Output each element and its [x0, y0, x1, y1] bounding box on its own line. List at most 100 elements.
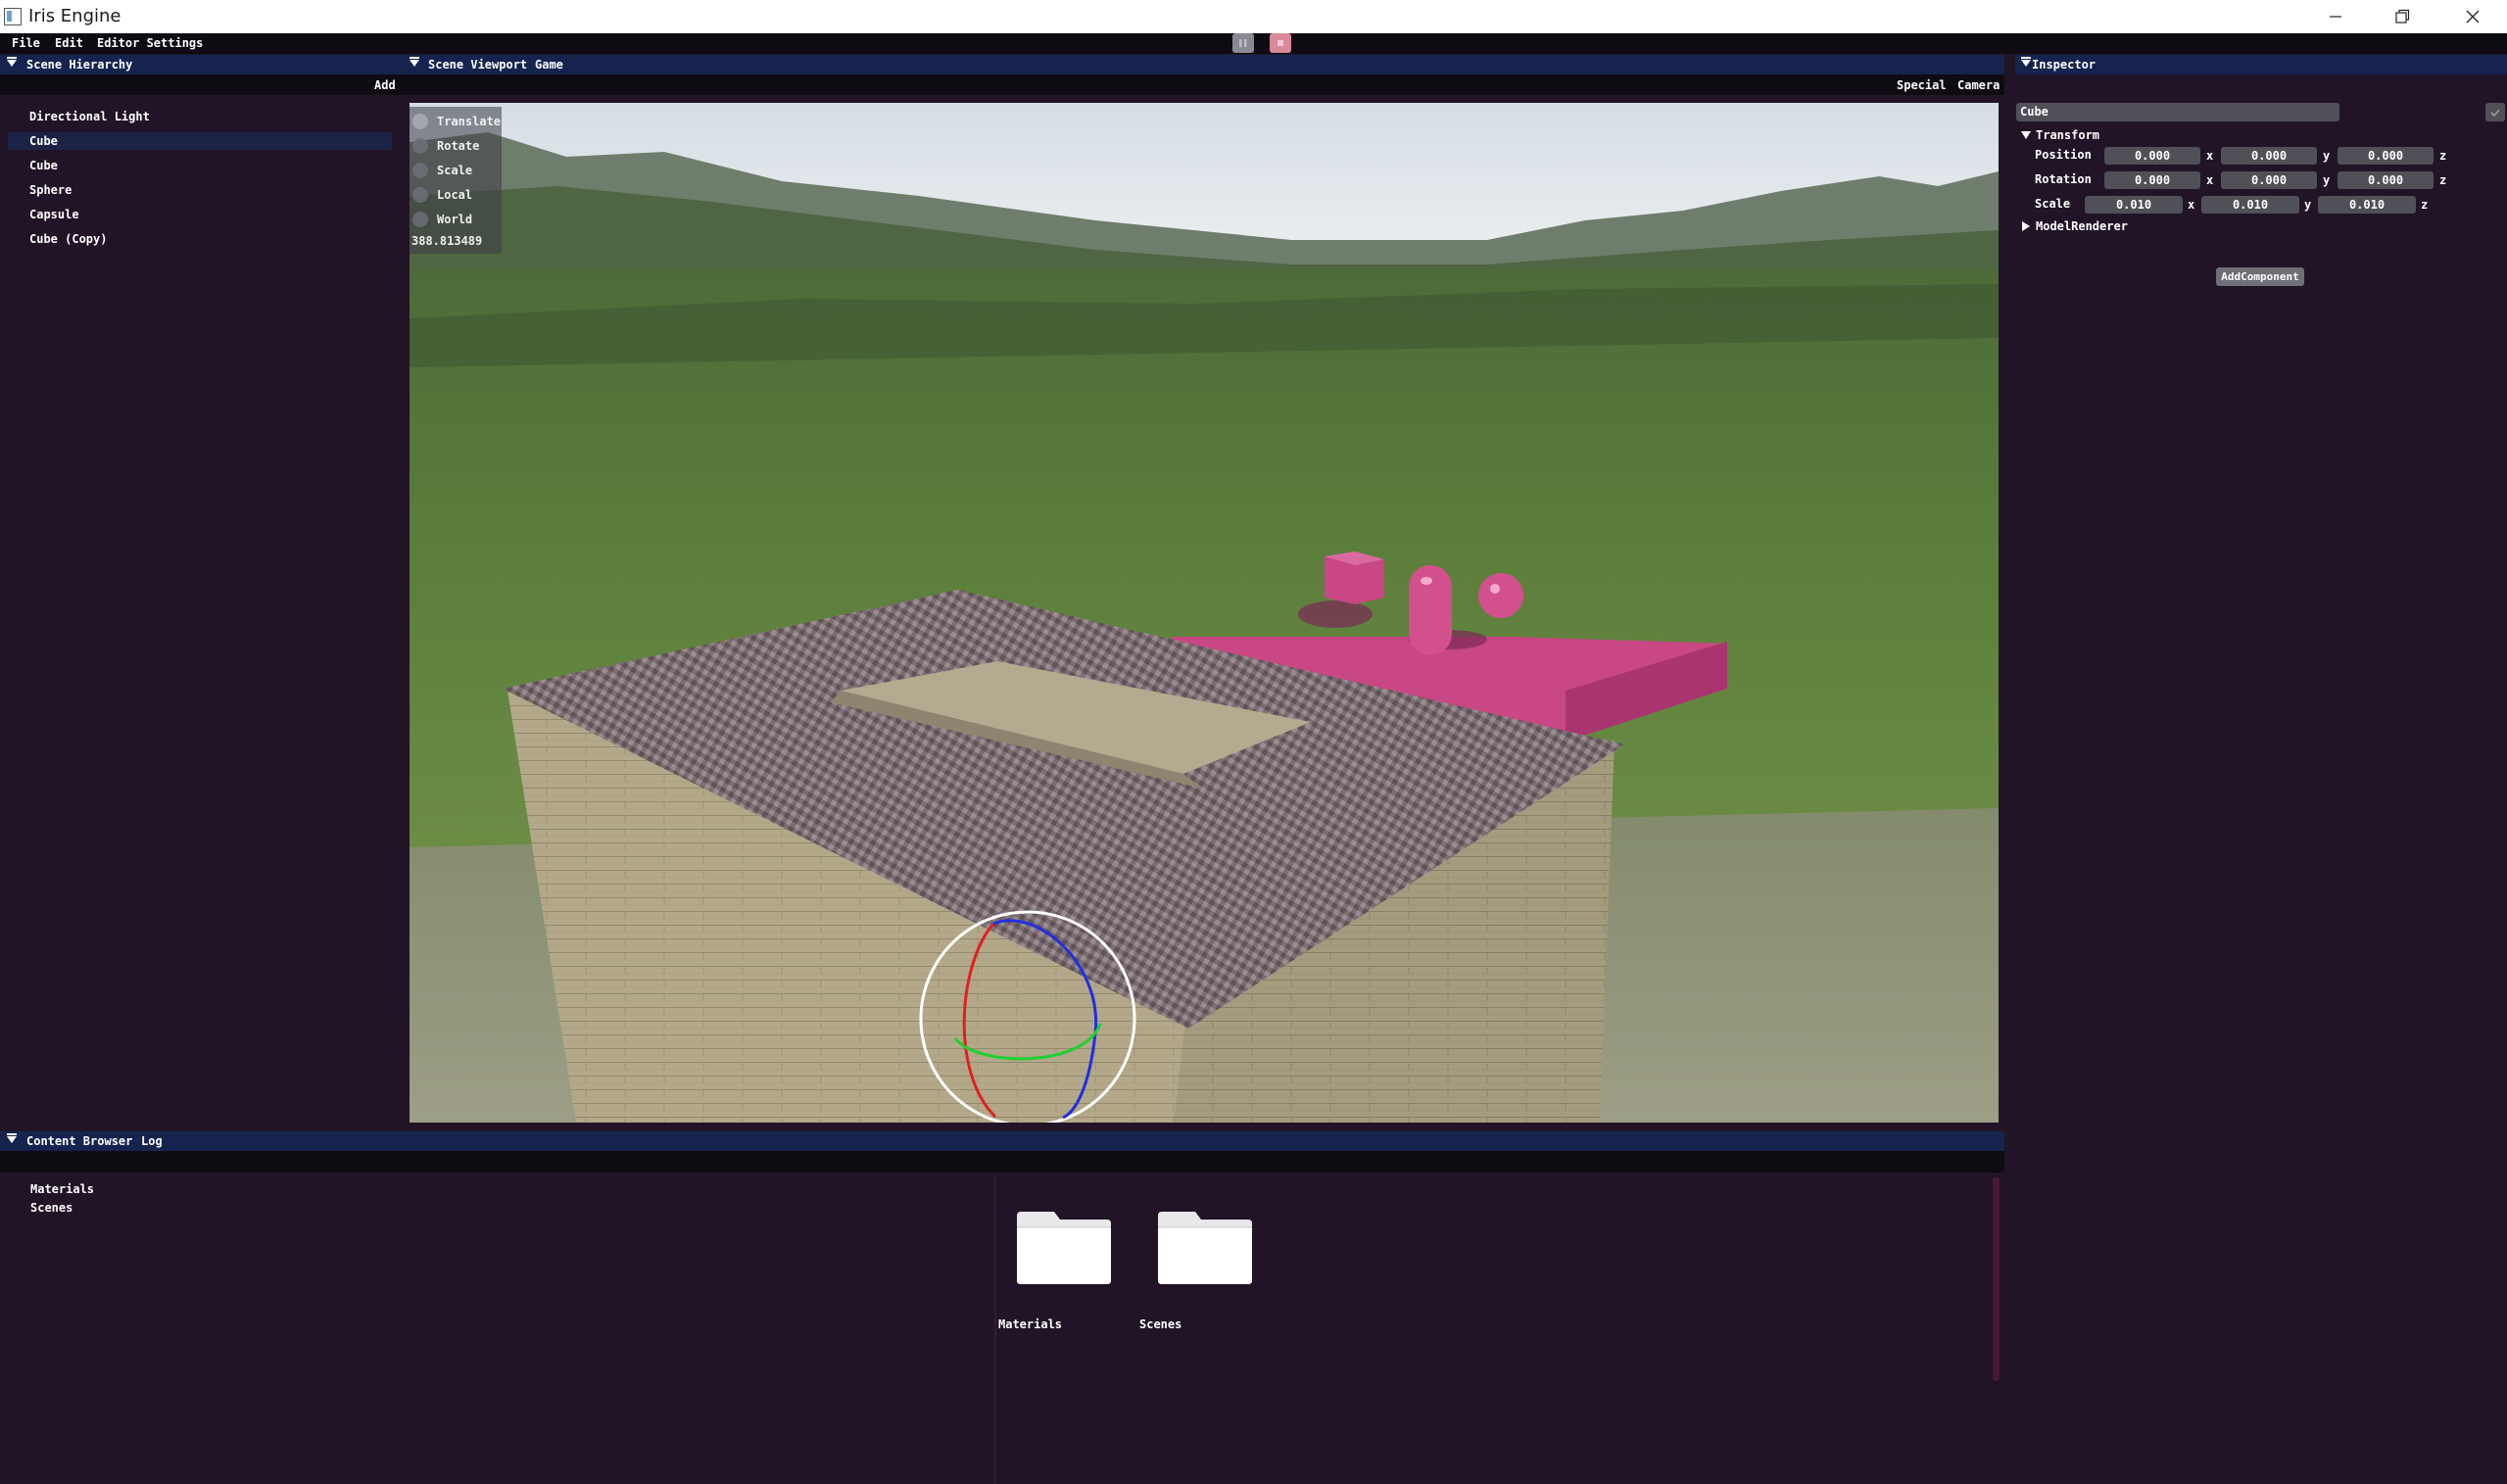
gizmo-option-rotate[interactable]: Rotate [412, 137, 479, 155]
radio-selected-icon [412, 114, 428, 129]
rotation-z-field[interactable]: 0.000 [2338, 171, 2434, 189]
collapse-arrow-icon[interactable] [7, 57, 17, 67]
folder-icon [1158, 1212, 1252, 1284]
gizmo-option-label: Scale [437, 164, 473, 177]
close-icon [2466, 10, 2480, 24]
scale-z-field[interactable]: 0.010 [2318, 196, 2416, 214]
restore-icon [2395, 9, 2410, 24]
content-browser-divider[interactable] [994, 1175, 996, 1484]
transform-expand-icon[interactable] [2021, 131, 2031, 139]
scene-render-graphic [410, 103, 1999, 1123]
position-y-field[interactable]: 0.000 [2221, 147, 2317, 165]
tree-item-scenes[interactable]: Scenes [30, 1201, 72, 1215]
collapse-arrow-icon[interactable] [410, 57, 419, 67]
transform-gizmo-panel: Translate Rotate Scale Local World [410, 107, 502, 254]
scene-render-view[interactable] [410, 103, 1999, 1123]
gizmo-option-label: Translate [437, 115, 502, 128]
stop-button[interactable] [1270, 33, 1291, 53]
folder-icon [1017, 1212, 1111, 1284]
position-z-field[interactable]: 0.000 [2338, 147, 2434, 165]
hierarchy-toolbar: Add [0, 74, 404, 95]
radio-icon [412, 212, 428, 227]
tab-scene-viewport[interactable]: Scene Viewport [428, 58, 527, 72]
scene-viewport-header: Scene Viewport Game [404, 55, 2004, 74]
transform-section-label[interactable]: Transform [2036, 128, 2099, 142]
model-renderer-section-label[interactable]: ModelRenderer [2036, 219, 2128, 233]
axis-y-label: y [2323, 173, 2331, 187]
tab-log[interactable]: Log [141, 1134, 163, 1148]
gizmo-option-scale[interactable]: Scale [412, 162, 472, 179]
radio-icon [412, 138, 428, 154]
scene-hierarchy-title: Scene Hierarchy [26, 58, 133, 72]
scale-y-field[interactable]: 0.010 [2201, 196, 2299, 214]
gizmo-option-label: Local [437, 188, 473, 202]
axis-x-label: x [2188, 198, 2195, 212]
play-icon [1239, 39, 1247, 47]
scene-hierarchy-header: Scene Hierarchy [0, 55, 404, 74]
hierarchy-item-directional-light[interactable]: Directional Light [8, 108, 392, 125]
tab-content-browser[interactable]: Content Browser [26, 1134, 132, 1148]
camera-menu-button[interactable]: Camera [1957, 78, 2000, 92]
window-titlebar: Iris Engine [0, 0, 2507, 33]
content-browser-header: Content Browser Log [0, 1131, 2004, 1151]
gizmo-option-world[interactable]: World [412, 211, 472, 228]
inspector-header: Inspector [2015, 55, 2507, 74]
app-icon [4, 8, 22, 25]
gizmo-option-label: Rotate [437, 139, 480, 153]
gizmo-option-local[interactable]: Local [412, 186, 472, 204]
folder-scenes[interactable] [1156, 1210, 1254, 1288]
menu-edit[interactable]: Edit [55, 36, 83, 50]
hierarchy-item-cube[interactable]: Cube [8, 157, 392, 174]
axis-y-label: y [2323, 149, 2331, 163]
scrollbar-thumb[interactable] [1993, 1177, 2000, 1381]
stop-icon [1278, 40, 1283, 46]
rotation-y-field[interactable]: 0.000 [2221, 171, 2317, 189]
content-browser-panel [0, 1134, 2004, 1484]
axis-x-label: x [2206, 149, 2214, 163]
gizmo-option-label: World [437, 213, 473, 226]
hierarchy-item-cube-selected[interactable]: Cube [8, 132, 392, 150]
rotation-label: Rotation [2035, 172, 2092, 186]
tab-game[interactable]: Game [535, 58, 563, 72]
folder-materials[interactable] [1015, 1210, 1113, 1288]
collapse-arrow-icon[interactable] [7, 1133, 17, 1143]
axis-x-label: x [2206, 173, 2214, 187]
gizmo-option-translate[interactable]: Translate [412, 113, 501, 130]
scale-label: Scale [2035, 197, 2071, 211]
hierarchy-item-sphere[interactable]: Sphere [8, 181, 392, 199]
position-x-field[interactable]: 0.000 [2104, 147, 2200, 165]
special-menu-button[interactable]: Special [1897, 78, 1947, 92]
add-component-button[interactable]: AddComponent [2216, 267, 2304, 286]
axis-y-label: y [2304, 198, 2312, 212]
close-button[interactable] [2439, 0, 2506, 33]
minimize-icon [2330, 16, 2341, 18]
object-name-field[interactable]: Cube [2016, 103, 2339, 121]
position-label: Position [2035, 148, 2092, 162]
viewport-toolbar: Special Camera [404, 74, 2004, 95]
gizmo-value-readout: 388.813489 [411, 234, 483, 248]
rotation-x-field[interactable]: 0.000 [2104, 171, 2200, 189]
content-browser-toolbar [0, 1151, 2004, 1173]
menu-editor-settings[interactable]: Editor Settings [97, 36, 203, 50]
inspector-title: Inspector [2032, 58, 2097, 72]
checkmark-icon [2490, 108, 2500, 117]
add-object-button[interactable]: Add [374, 78, 396, 92]
collapse-arrow-icon[interactable] [2021, 57, 2031, 67]
radio-icon [412, 187, 428, 203]
menu-file[interactable]: File [12, 36, 40, 50]
radio-icon [412, 163, 428, 178]
tree-item-materials[interactable]: Materials [30, 1182, 94, 1196]
scale-x-field[interactable]: 0.010 [2085, 196, 2183, 214]
object-active-toggle[interactable] [2485, 103, 2505, 121]
folder-label-scenes: Scenes [1139, 1317, 1182, 1331]
minimize-button[interactable] [2302, 0, 2369, 33]
axis-z-label: z [2421, 198, 2429, 212]
model-renderer-expand-icon[interactable] [2022, 221, 2030, 231]
axis-z-label: z [2439, 173, 2447, 187]
restore-button[interactable] [2369, 0, 2435, 33]
play-button[interactable] [1232, 33, 1254, 53]
hierarchy-item-cube-copy[interactable]: Cube (Copy) [8, 230, 392, 248]
hierarchy-item-capsule[interactable]: Capsule [8, 206, 392, 223]
axis-z-label: z [2439, 149, 2447, 163]
window-title: Iris Engine [28, 6, 121, 26]
